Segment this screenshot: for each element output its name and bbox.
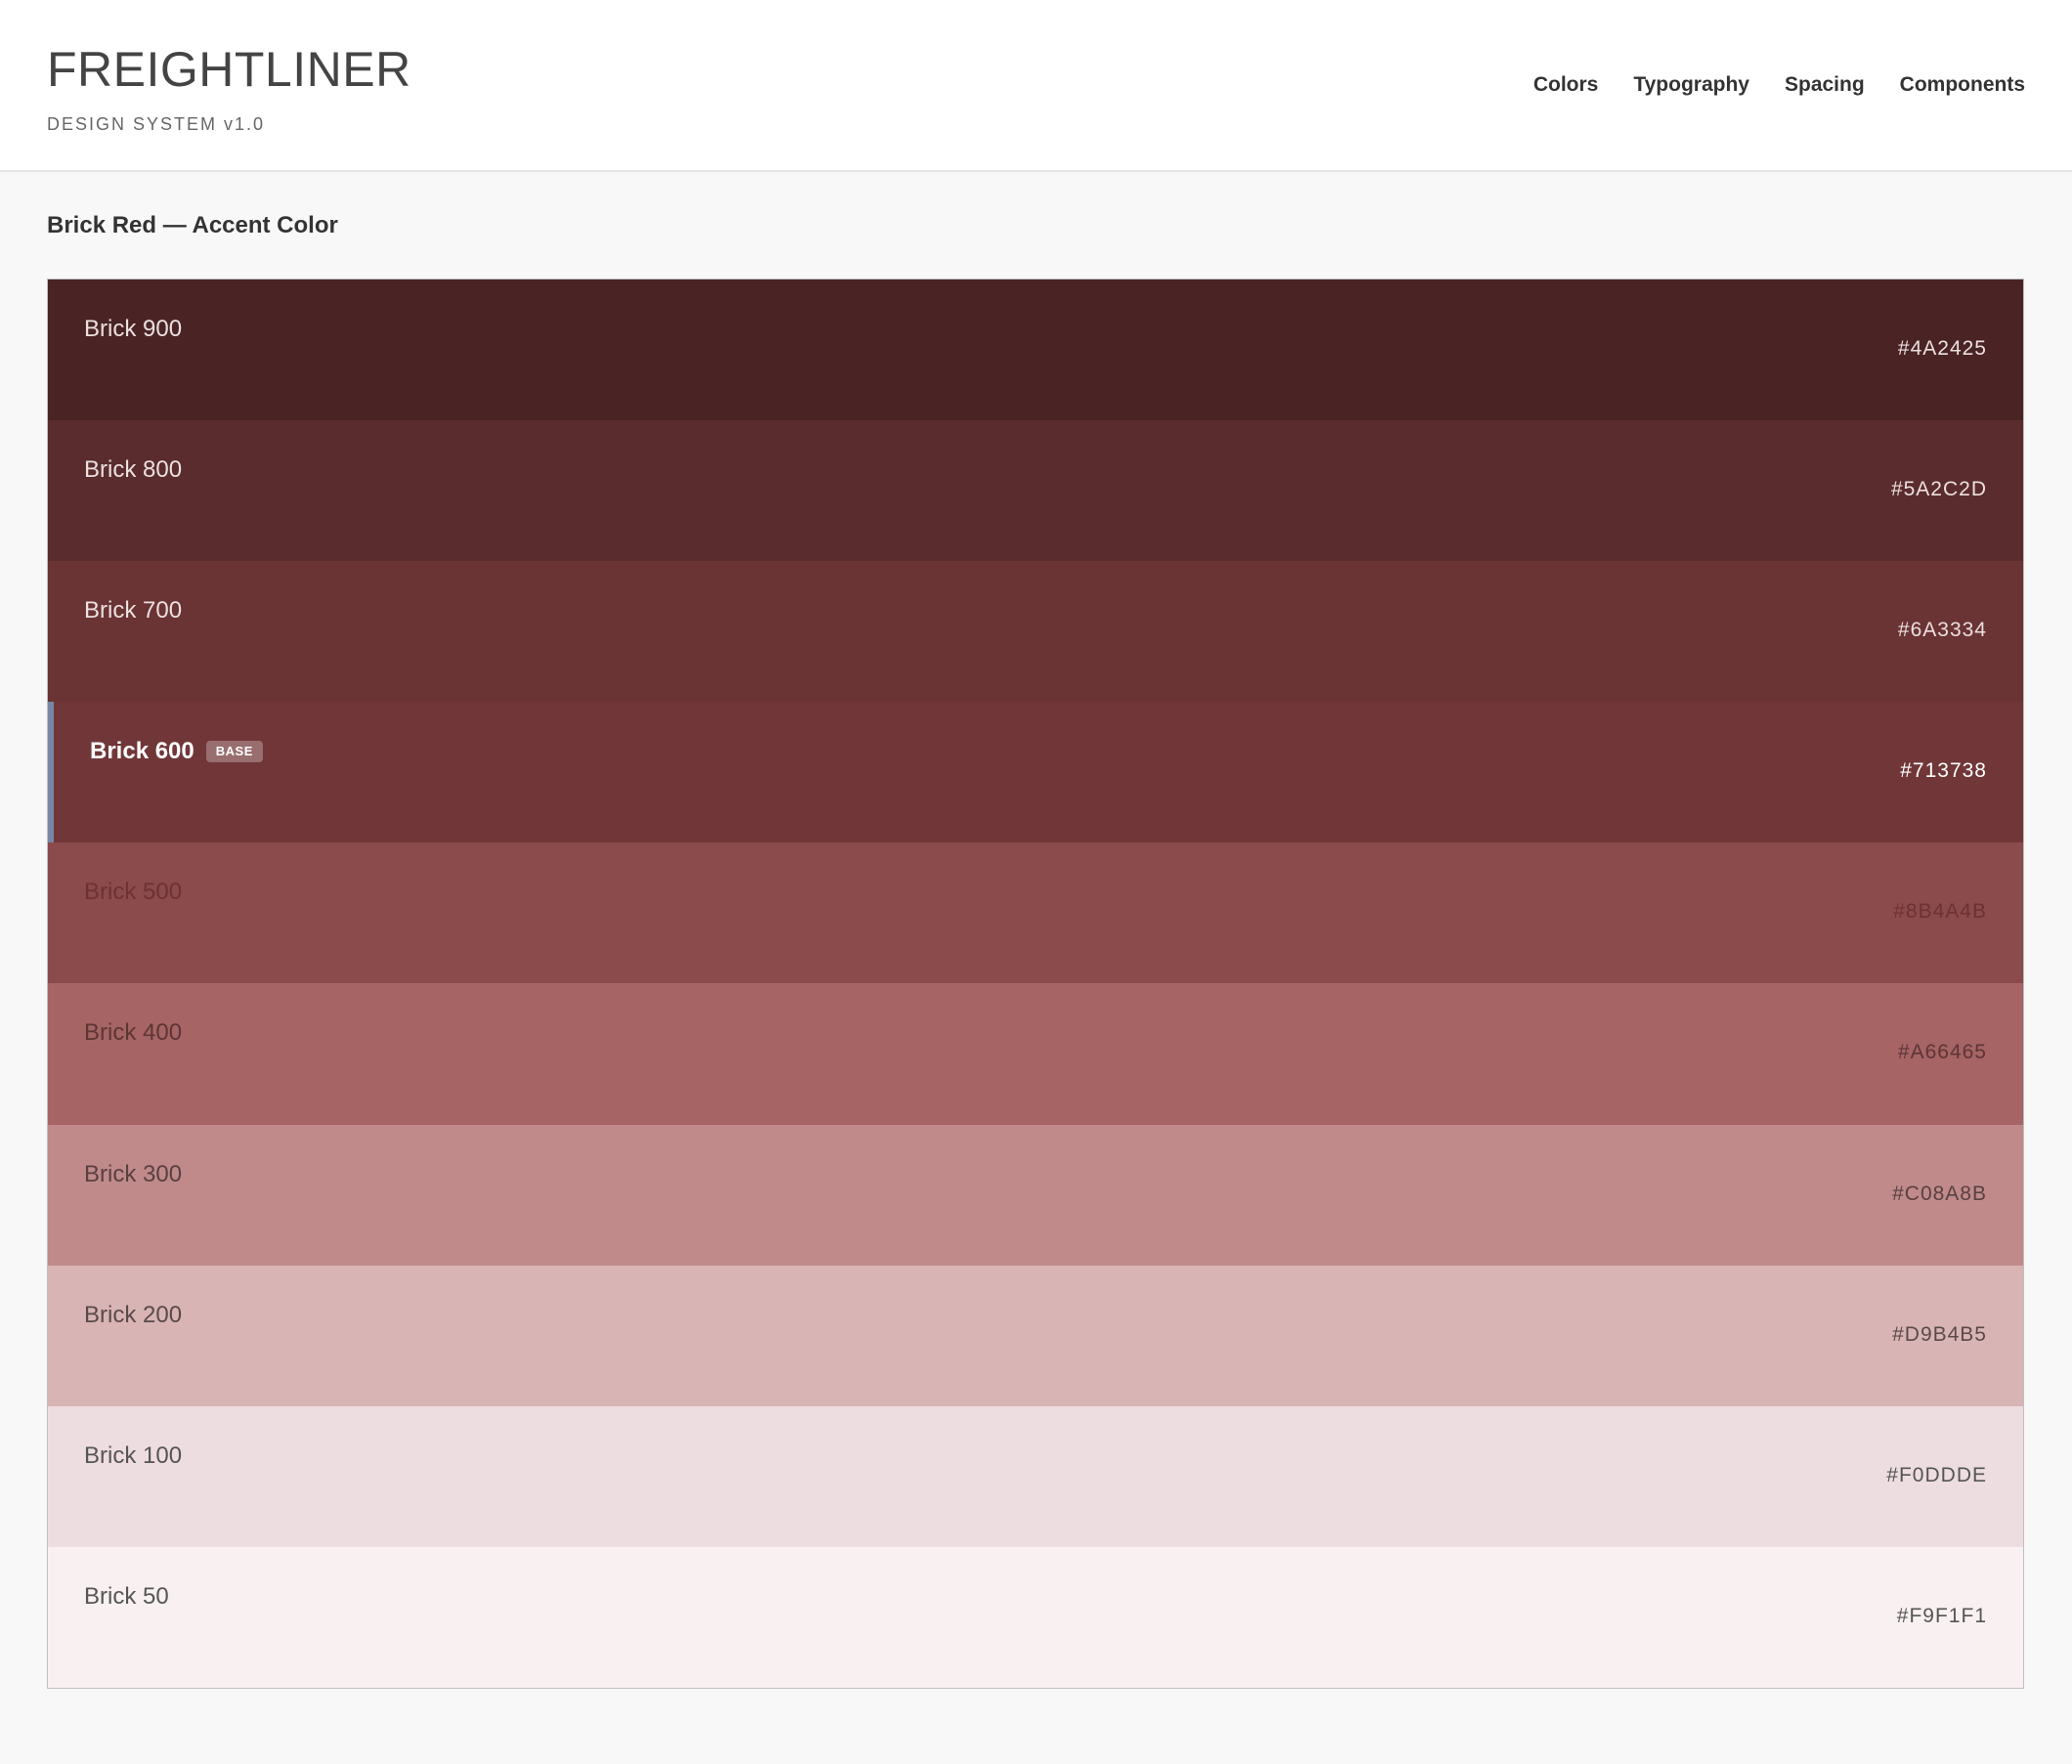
- swatch-name: Brick 50: [84, 1582, 169, 1610]
- swatch-name: Brick 900: [84, 316, 183, 342]
- site-header: FREIGHTLINER DESIGN SYSTEM v1.0 Colors T…: [0, 0, 2072, 172]
- swatch-name: Brick 200: [84, 1301, 183, 1328]
- swatch-name: Brick 600 BASE: [90, 737, 263, 766]
- nav-components[interactable]: Components: [1900, 70, 2025, 100]
- nav-spacing[interactable]: Spacing: [1785, 70, 1865, 100]
- swatch-row-brick-300[interactable]: Brick 300 #C08A8B: [48, 1124, 2023, 1266]
- brand-subtitle: DESIGN SYSTEM v1.0: [47, 114, 266, 134]
- nav-colors[interactable]: Colors: [1533, 70, 1599, 100]
- main-nav: Colors Typography Spacing Components: [1533, 70, 2025, 100]
- swatch-row-brick-600-selected[interactable]: Brick 600 BASE #713738: [48, 702, 2023, 843]
- swatch-row-brick-700[interactable]: Brick 700 #6A3334: [48, 561, 2023, 703]
- swatch-row-brick-400[interactable]: Brick 400 #A66465: [48, 983, 2023, 1125]
- swatch-hex: #F0DDDE: [1886, 1463, 1987, 1486]
- swatch-hex: #4A2425: [1897, 337, 1987, 360]
- swatch-hex: #D9B4B5: [1892, 1322, 1987, 1346]
- swatch-hex: #713738: [1900, 759, 1987, 783]
- swatch-name: Brick 300: [84, 1160, 183, 1187]
- swatch-name-text: Brick 600: [90, 738, 194, 765]
- swatch-name: Brick 800: [84, 456, 183, 484]
- swatch-name: Brick 500: [84, 879, 183, 906]
- swatch-hex: #F9F1F1: [1896, 1604, 1987, 1627]
- swatch-hex: #5A2C2D: [1890, 478, 1987, 501]
- swatch-hex: #A66465: [1897, 1041, 1987, 1064]
- swatch-row-brick-800[interactable]: Brick 800 #5A2C2D: [48, 420, 2023, 562]
- swatch-hex: #8B4A4B: [1893, 900, 1987, 924]
- swatch-row-brick-100[interactable]: Brick 100 #F0DDDE: [48, 1405, 2023, 1547]
- swatch-row-brick-900[interactable]: Brick 900 #4A2425: [48, 280, 2023, 421]
- swatch-hex: #C08A8B: [1892, 1182, 1987, 1205]
- swatch-row-brick-200[interactable]: Brick 200 #D9B4B5: [48, 1265, 2023, 1406]
- swatch-row-brick-50[interactable]: Brick 50 #F9F1F1: [48, 1546, 2023, 1688]
- swatch-row-brick-500[interactable]: Brick 500 #8B4A4B: [48, 842, 2023, 984]
- swatch-name: Brick 400: [84, 1019, 183, 1047]
- swatch-name: Brick 100: [84, 1441, 183, 1469]
- swatch-hex: #6A3334: [1897, 619, 1987, 642]
- color-swatch-list: Brick 900 #4A2425 Brick 800 #5A2C2D Bric…: [47, 279, 2024, 1689]
- base-badge: BASE: [205, 741, 263, 763]
- swatch-name: Brick 700: [84, 597, 183, 624]
- nav-typography[interactable]: Typography: [1633, 70, 1749, 100]
- section-title: Brick Red — Accent Color: [47, 212, 338, 238]
- brand-title: FREIGHTLINER: [47, 42, 411, 97]
